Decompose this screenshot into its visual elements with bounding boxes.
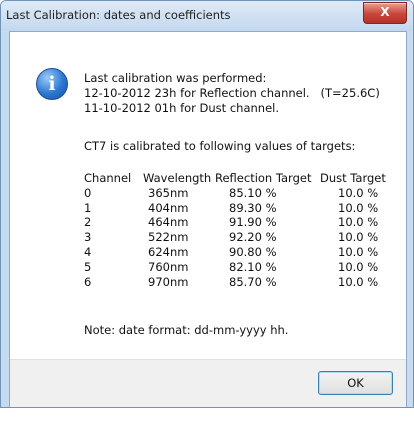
title-bar[interactable]: Last Calibration: dates and coefficients… [1,1,413,31]
ok-button[interactable]: OK [318,371,393,395]
cell-reflection: 92.20 % [229,230,277,245]
cell-reflection: 89.30 % [229,200,277,215]
header-reflection-target: Reflection Target [215,171,312,185]
cell-channel: 5 [84,259,92,274]
dialog-window: Last Calibration: dates and coefficients… [0,0,414,408]
cell-wavelength: 624nm [148,244,189,259]
table-row: 6 970nm 85.70 % 10.0 % [84,274,378,290]
cell-reflection: 82.10 % [229,259,277,274]
cell-channel: 6 [84,274,92,289]
cell-channel: 3 [84,230,92,245]
cell-wavelength: 970nm [148,274,189,289]
message-line-2: 12-10-2012 23h for Reflection channel. (… [84,86,380,100]
cell-dust: 10.0 % [338,215,379,230]
close-button[interactable]: X [363,2,407,24]
message-line-3: 11-10-2012 01h for Dust channel. [84,101,279,115]
table-row: 1 404nm 89.30 % 10.0 % [84,200,378,216]
message-line-1: Last calibration was performed: [84,71,267,85]
table-row: 4 624nm 90.80 % 10.0 % [84,244,378,260]
message-line-4: CT7 is calibrated to following values of… [84,139,356,153]
date-format-note: Note: date format: dd-mm-yyyy hh. [84,323,289,337]
cell-dust: 10.0 % [338,259,379,274]
cell-reflection: 85.10 % [229,185,277,200]
cell-wavelength: 522nm [148,230,189,245]
cell-channel: 0 [84,185,92,200]
window-title: Last Calibration: dates and coefficients [6,8,231,22]
cell-channel: 2 [84,215,92,230]
cell-dust: 10.0 % [338,185,379,200]
cell-dust: 10.0 % [338,200,379,215]
header-channel: Channel [84,171,132,185]
dialog-footer: OK [10,359,406,407]
table-row: 5 760nm 82.10 % 10.0 % [84,259,378,275]
table-row: 0 365nm 85.10 % 10.0 % [84,185,378,201]
cell-channel: 1 [84,200,92,215]
info-icon: i [36,68,68,100]
cell-wavelength: 464nm [148,215,189,230]
table-header-row: Channel Wavelength Reflection Target Dus… [84,171,386,186]
header-dust-target: Dust Target [320,171,386,185]
cell-wavelength: 760nm [148,259,189,274]
cell-reflection: 85.70 % [229,274,277,289]
table-row: 3 522nm 92.20 % 10.0 % [84,230,378,245]
cell-dust: 10.0 % [338,244,379,259]
cell-reflection: 91.90 % [229,215,277,230]
cell-wavelength: 365nm [148,185,189,200]
header-wavelength: Wavelength [143,171,212,185]
cell-reflection: 90.80 % [229,244,277,259]
cell-wavelength: 404nm [148,200,189,215]
cell-dust: 10.0 % [338,230,379,245]
calibration-table: Channel Wavelength Reflection Target Dus… [84,171,386,290]
cell-channel: 4 [84,244,92,259]
table-row: 2 464nm 91.90 % 10.0 % [84,215,378,230]
cell-dust: 10.0 % [338,274,379,289]
dialog-content: i Last calibration was performed: 12-10-… [9,31,407,407]
